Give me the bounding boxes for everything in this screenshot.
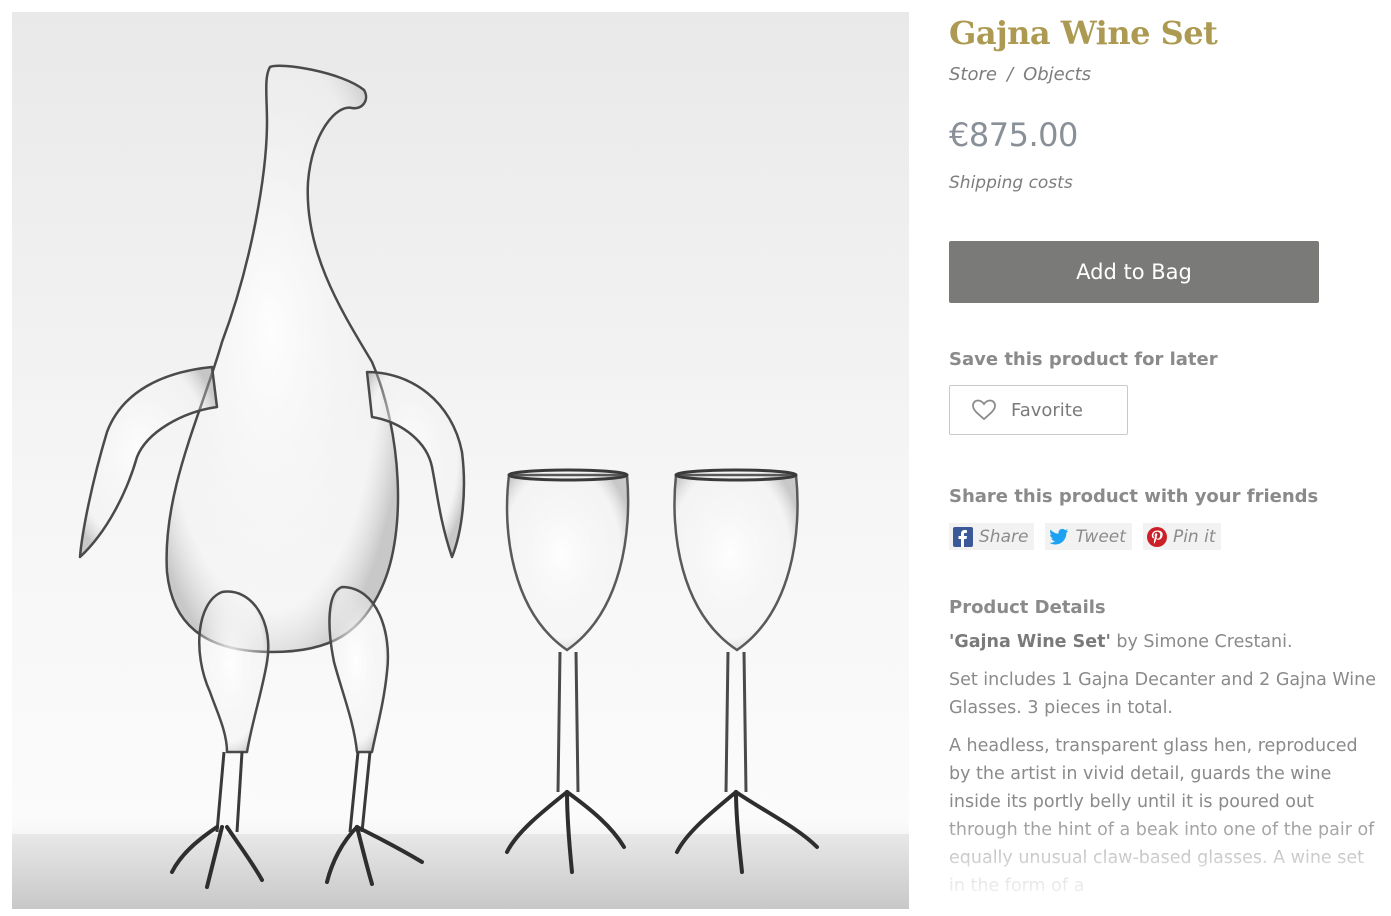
twitter-icon [1049,528,1069,544]
product-details-heading: Product Details [949,597,1106,618]
pinterest-share-button[interactable]: Pin it [1142,523,1222,550]
breadcrumb-store[interactable]: Store [949,64,997,85]
favorite-button[interactable]: Favorite [949,385,1128,435]
share-buttons: Share Tweet Pin it [949,523,1232,550]
shipping-costs-link[interactable]: Shipping costs [949,173,1073,193]
breadcrumb-separator: / [1006,64,1014,85]
details-set-contents: Set includes 1 Gajna Decanter and 2 Gajn… [949,670,1377,718]
share-label-twitter: Tweet [1075,526,1126,547]
details-designer: by Simone Crestani. [1110,632,1293,652]
details-description: A headless, transparent glass hen, repro… [949,736,1375,896]
share-label: Share this product with your friends [949,486,1319,507]
share-label-pinterest: Pin it [1172,526,1216,547]
twitter-share-button[interactable]: Tweet [1045,523,1132,550]
heart-icon [972,399,996,421]
share-label-facebook: Share [979,526,1029,547]
facebook-share-button[interactable]: Share [949,523,1035,550]
product-page: Gajna Wine Set Store / Objects €875.00 Shi… [0,0,1391,916]
product-image[interactable] [12,12,909,909]
breadcrumb-objects[interactable]: Objects [1023,64,1091,85]
facebook-icon [953,526,973,547]
details-intro: 'Gajna Wine Set' by Simone Crestani. [949,628,1379,656]
product-price: €875.00 [949,116,1078,154]
glass-hen-decanter-photo [12,12,909,909]
favorite-label: Favorite [1011,399,1083,421]
breadcrumb: Store / Objects [949,64,1091,85]
save-for-later-label: Save this product for later [949,349,1218,370]
pinterest-icon [1146,526,1167,547]
details-title: 'Gajna Wine Set' [949,632,1111,652]
add-to-bag-button[interactable]: Add to Bag [949,241,1319,303]
product-details-text: 'Gajna Wine Set' by Simone Crestani. Set… [949,628,1379,910]
product-title: Gajna Wine Set [949,14,1218,52]
